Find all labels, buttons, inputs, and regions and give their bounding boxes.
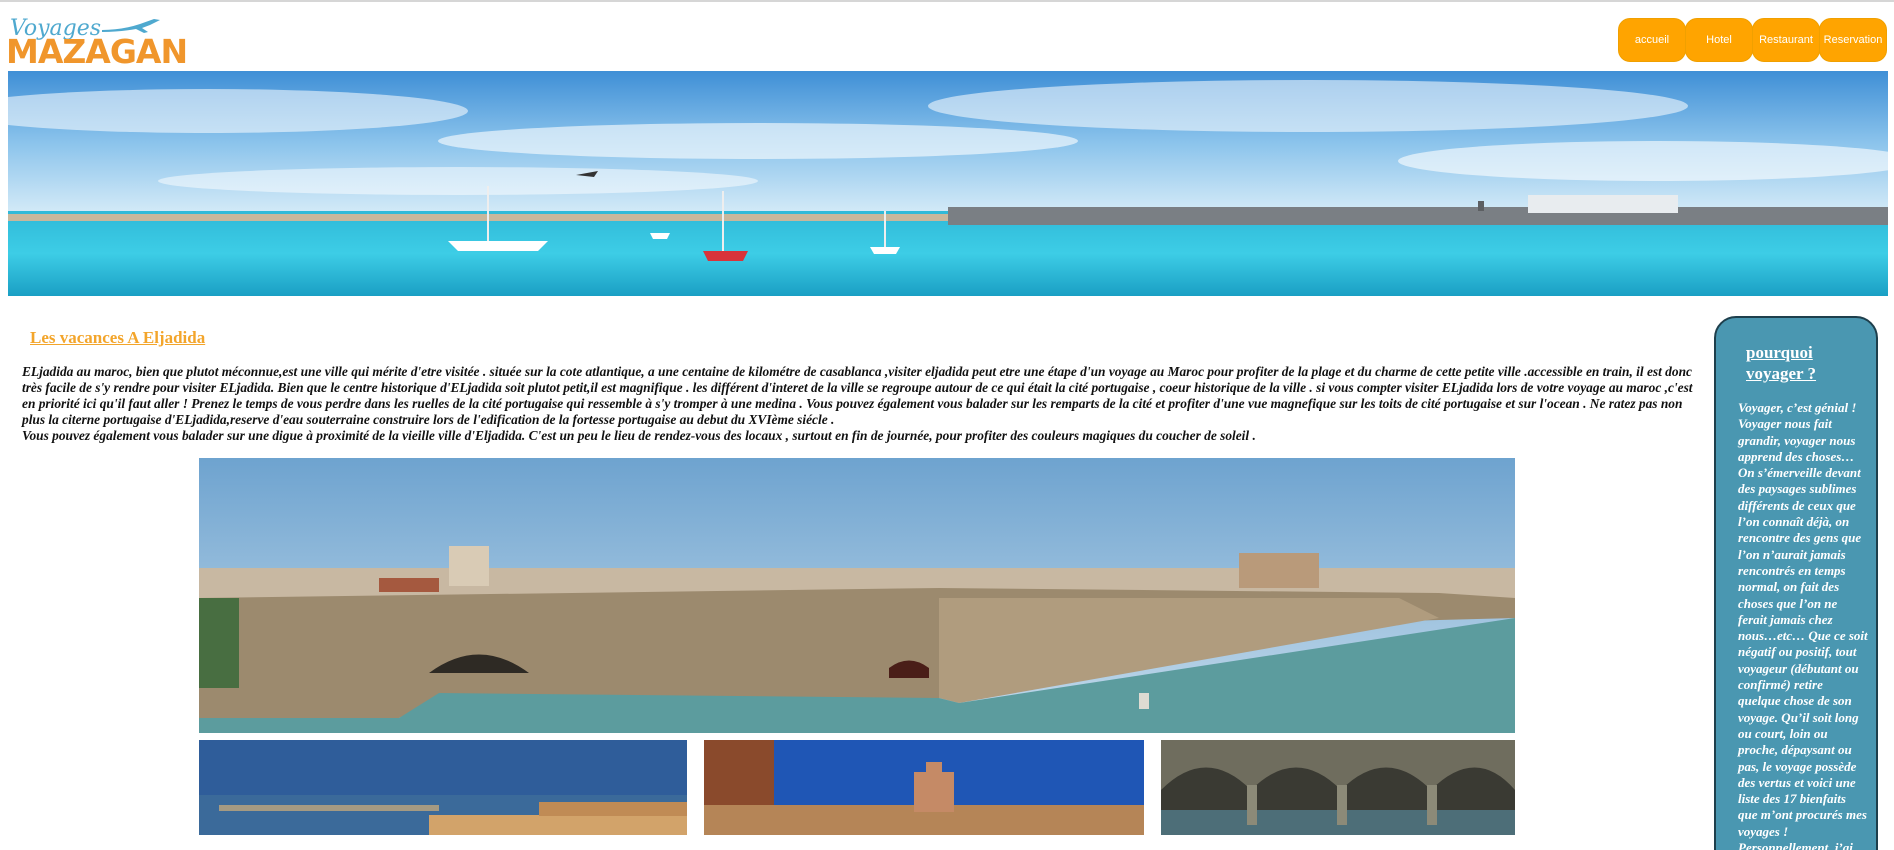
logo-main-text: MAZAGAN [6,32,188,71]
sidebar-title: pourquoi voyager ? [1746,343,1817,383]
citerne-portugaise-photo [1161,740,1515,835]
nav-accueil-button[interactable]: accueil [1618,18,1686,62]
site-logo[interactable]: Voyages MAZAGAN [6,14,188,71]
fortress-photo [199,458,1515,733]
nav-reservation-button[interactable]: Reservation [1819,18,1887,62]
top-border [0,0,1894,2]
cite-portugaise-photo [704,740,1144,835]
sidebar-text: Voyager, c’est génial ! Voyager nous fai… [1738,400,1868,850]
article-title: Les vacances A Eljadida [30,328,206,347]
article-body: ELjadida au maroc, bien que plutot mécon… [22,364,1694,444]
harbor-banner-image [8,71,1888,296]
article-paragraph-1: ELjadida au maroc, bien que plutot mécon… [22,364,1693,427]
coast-photo [199,740,687,835]
main-nav: accueil Hotel Restaurant Reservation [1618,18,1887,62]
article-paragraph-2: Vous pouvez également vous balader sur u… [22,428,1256,443]
nav-restaurant-button[interactable]: Restaurant [1752,18,1820,62]
why-travel-sidebar: pourquoi voyager ? Voyager, c’est génial… [1714,316,1878,850]
nav-hotel-button[interactable]: Hotel [1685,18,1753,62]
